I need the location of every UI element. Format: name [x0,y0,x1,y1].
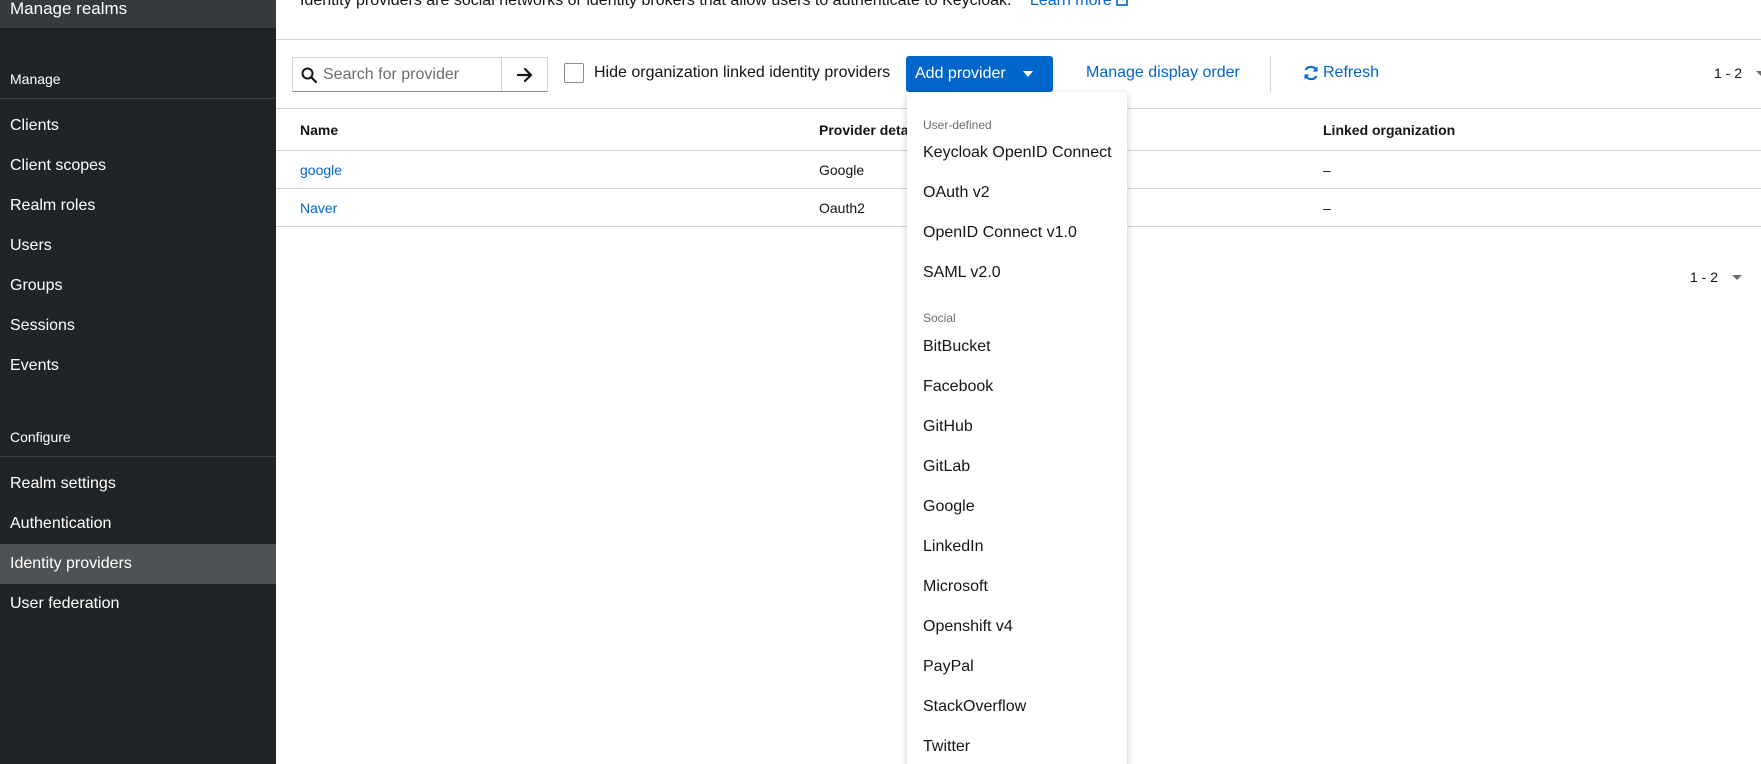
refresh-icon [1304,65,1318,81]
menu-item-paypal[interactable]: PayPal [923,658,974,676]
search-icon [301,67,317,83]
caret-down-icon [1732,274,1743,280]
hide-org-label: Hide organization linked identity provid… [594,64,891,81]
column-header-provider-details: Provider deta [819,122,909,138]
row-name-link[interactable]: google [300,162,342,178]
learn-more-label: Learn more [1029,0,1112,9]
refresh-label: Refresh [1323,64,1380,81]
add-provider-label: Add provider [915,65,1006,82]
sidebar-item-authentication[interactable]: Authentication [0,504,276,544]
sidebar: Manage realms Manage Clients Client scop… [0,0,276,764]
sidebar-item-user-federation[interactable]: User federation [0,584,276,624]
menu-group-user-defined: User-defined [923,118,992,132]
search-submit-button[interactable] [501,58,548,91]
arrow-right-icon [517,67,533,82]
menu-item-oidc-v1[interactable]: OpenID Connect v1.0 [923,224,1077,242]
search-input[interactable] [323,59,491,90]
learn-more-link[interactable]: Learn more [1030,0,1130,9]
menu-item-keycloak-oidc[interactable]: Keycloak OpenID Connect [923,144,1112,162]
pagination-bottom[interactable]: 1 - 2 [1690,269,1743,285]
sidebar-item-events[interactable]: Events [0,346,276,386]
caret-down-icon[interactable] [1756,71,1761,76]
menu-item-bitbucket[interactable]: BitBucket [923,338,991,356]
toolbar-separator [1270,56,1271,92]
sidebar-item-users[interactable]: Users [0,226,276,266]
menu-item-google[interactable]: Google [923,498,975,516]
menu-item-facebook[interactable]: Facebook [923,378,993,396]
pagination-top[interactable]: 1 - 2 [1714,65,1742,81]
manage-display-order-button[interactable]: Manage display order [1086,64,1240,82]
menu-item-openshift-v4[interactable]: Openshift v4 [923,618,1013,636]
caret-down-icon [1023,71,1033,77]
external-link-icon [1116,0,1129,6]
menu-item-linkedin[interactable]: LinkedIn [923,538,984,556]
menu-item-gitlab[interactable]: GitLab [923,458,970,476]
menu-item-github[interactable]: GitHub [923,418,973,436]
menu-item-saml-v2[interactable]: SAML v2.0 [923,264,1001,282]
page-description: Identity providers are social networks o… [300,0,1130,10]
menu-item-oauth-v2[interactable]: OAuth v2 [923,184,990,202]
row-linked-organization: – [1323,200,1331,216]
sidebar-item-realm-roles[interactable]: Realm roles [0,186,276,226]
sidebar-item-realm-settings[interactable]: Realm settings [0,464,276,504]
hide-org-linked-toggle[interactable]: Hide organization linked identity provid… [564,63,890,83]
menu-item-microsoft[interactable]: Microsoft [923,578,988,596]
sidebar-item-client-scopes[interactable]: Client scopes [0,146,276,186]
refresh-button[interactable]: Refresh [1303,64,1379,82]
row-provider-details: Google [819,162,865,178]
sidebar-divider [0,456,276,457]
row-linked-organization: – [1323,162,1331,178]
sidebar-item-clients[interactable]: Clients [0,106,276,146]
add-provider-menu: User-defined Keycloak OpenID Connect OAu… [907,92,1127,764]
description-text: Identity providers are social networks o… [300,0,1012,9]
pagination-bottom-label: 1 - 2 [1690,269,1719,285]
header-divider [276,39,1761,40]
sidebar-item-identity-providers[interactable]: Identity providers [0,544,276,584]
menu-group-social: Social [923,311,956,325]
sidebar-item-manage-realms[interactable]: Manage realms [0,0,276,28]
column-header-name[interactable]: Name [300,122,338,138]
sidebar-divider [0,98,276,99]
menu-item-twitter[interactable]: Twitter [923,738,970,756]
row-name-link[interactable]: Naver [300,200,337,216]
sidebar-section-configure: Configure [10,429,71,445]
column-header-linked-organization: Linked organization [1323,122,1456,138]
menu-item-stackoverflow[interactable]: StackOverflow [923,698,1026,716]
row-provider-details: Oauth2 [819,200,865,216]
sidebar-item-groups[interactable]: Groups [0,266,276,306]
sidebar-item-sessions[interactable]: Sessions [0,306,276,346]
add-provider-button[interactable]: Add provider [906,56,1053,92]
search-box [292,57,548,92]
sidebar-section-manage: Manage [10,71,61,87]
hide-org-checkbox[interactable] [564,63,584,83]
